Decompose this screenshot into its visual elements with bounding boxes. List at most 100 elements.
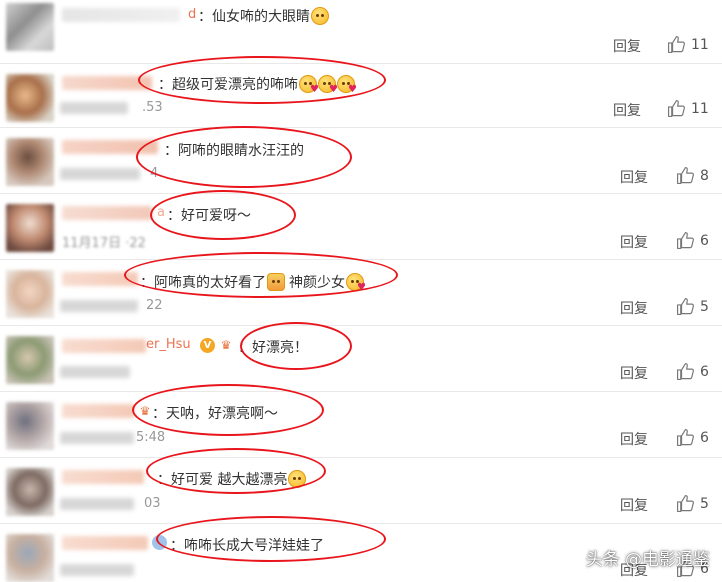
comment-text: ：好可爱呀～ [167,205,251,225]
time-blurred [60,300,138,312]
comment-item: ：阿咘的眼睛水汪汪的 4 回复 8 [0,128,722,194]
emoji-icon: ♥ [299,75,319,95]
comment-item: er_Hsu V ♛ ：好漂亮！ 回复 6 [0,326,722,392]
timestamp-tail: 22 [146,298,163,313]
username-blurred[interactable] [62,76,152,90]
comment-body: ：好可爱呀～ [167,208,251,224]
reply-button[interactable]: 回复 [620,298,648,318]
emoji-icon: ♥ [346,273,366,293]
comment-item: ♛ ：天呐，好漂亮啊～ 5:48 回复 6 [0,392,722,458]
timestamp-tail: 4 [150,166,159,181]
like-button[interactable]: 11 [667,99,709,118]
like-button[interactable]: 11 [667,35,709,54]
crown-icon: ♛ [139,404,151,418]
avatar[interactable] [6,468,54,516]
emoji-icon: ♥ [337,75,357,95]
reply-button[interactable]: 回复 [620,232,648,252]
username-blurred[interactable] [62,470,144,484]
like-count: 11 [691,36,709,53]
comment-body: ：阿咘的眼睛水汪汪的 [164,143,304,159]
username-blurred[interactable] [62,536,148,550]
thumbs-up-icon [676,297,694,316]
comment-item: a ：好可爱呀～ 11月17日 ·22 回复 6 [0,194,722,260]
comment-text: ：阿咘的眼睛水汪汪的 [164,140,304,160]
thumbs-up-icon [676,166,694,185]
avatar[interactable] [6,138,54,186]
like-count: 11 [691,100,709,117]
comment-text: ：仙女咘的大眼睛 [198,6,329,26]
reply-button[interactable]: 回复 [620,495,648,515]
reply-button[interactable]: 回复 [613,100,641,120]
emoji-icon: ♥ [318,75,338,95]
baby-emoji-icon [267,273,285,291]
like-count: 8 [700,167,709,184]
avatar[interactable] [6,204,54,252]
comment-item: ：好可爱 越大越漂亮 03 回复 5 [0,458,722,524]
avatar[interactable] [6,270,54,318]
thumbs-up-icon [676,428,694,447]
comment-text: ：咘咘长成大号洋娃娃了 [170,535,324,555]
comment-item: ：超级可爱漂亮的咘咘 ♥ ♥ ♥ .53 回复 11 [0,64,722,128]
time-blurred [60,168,140,180]
username-blurred[interactable] [62,272,138,286]
reply-button[interactable]: 回复 [613,36,641,56]
thumbs-up-icon [676,494,694,513]
crown-icon: ♛ [220,338,232,352]
comment-body: ：超级可爱漂亮的咘咘 [158,77,298,93]
comment-text: ：好漂亮！ [238,337,308,357]
comment-list: d ：仙女咘的大眼睛 回复 11 ：超级可爱漂亮的咘咘 ♥ ♥ ♥ .53 回复… [0,0,722,582]
comment-item: d ：仙女咘的大眼睛 回复 11 [0,0,722,64]
comment-body: ：好可爱 越大越漂亮 [157,472,288,488]
comment-body-2: 神颜少女 [289,275,345,291]
like-count: 6 [700,363,709,380]
comment-body: ：咘咘长成大号洋娃娃了 [170,538,324,554]
time-blurred [60,498,134,510]
username-blurred[interactable] [62,206,152,220]
like-button[interactable]: 5 [676,494,709,513]
avatar[interactable] [6,74,54,122]
comment-body: ：好漂亮！ [238,340,308,356]
comment-body: ：仙女咘的大眼睛 [198,9,310,25]
username-blurred[interactable] [62,8,180,22]
like-button[interactable]: 6 [676,362,709,381]
comment-body: ：阿咘真的太好看了 [140,275,266,291]
timestamp-tail: 03 [144,496,161,511]
username-tail[interactable]: er_Hsu [146,337,191,352]
avatar[interactable] [6,534,54,582]
timestamp-tail: .53 [142,100,163,115]
comment-text: ：超级可爱漂亮的咘咘 ♥ ♥ ♥ [158,74,357,95]
time-blurred [60,564,134,576]
watermark: 头条 @电影通鉴 [585,550,710,570]
vip-badge-icon [152,535,167,550]
avatar[interactable] [6,3,54,51]
username-tail[interactable]: d [188,7,196,22]
emoji-icon [288,470,307,488]
like-button[interactable]: 5 [676,297,709,316]
like-count: 5 [700,298,709,315]
avatar[interactable] [6,402,54,450]
username-blurred[interactable] [62,339,146,353]
like-button[interactable]: 6 [676,231,709,250]
username-tail[interactable]: a [157,205,165,220]
username-blurred[interactable] [62,140,158,154]
like-count: 5 [700,495,709,512]
comment-text: ：好可爱 越大越漂亮 [157,469,307,489]
reply-button[interactable]: 回复 [620,429,648,449]
timestamp: 11月17日 ·22 [62,236,146,251]
reply-button[interactable]: 回复 [620,363,648,383]
avatar[interactable] [6,336,54,384]
like-button[interactable]: 8 [676,166,709,185]
comment-item: ：阿咘真的太好看了 神颜少女 ♥ 22 回复 5 [0,260,722,326]
vip-badge-icon: V [200,338,215,353]
time-blurred [60,432,134,444]
like-button[interactable]: 6 [676,428,709,447]
emoji-icon [311,7,329,25]
time-blurred [60,102,128,114]
comment-text: ：阿咘真的太好看了 神颜少女 ♥ [140,272,366,293]
thumbs-up-icon [676,231,694,250]
username-blurred[interactable] [62,404,134,418]
timestamp-tail: 5:48 [136,430,166,445]
reply-button[interactable]: 回复 [620,167,648,187]
like-count: 6 [700,232,709,249]
thumbs-up-icon [667,99,685,118]
